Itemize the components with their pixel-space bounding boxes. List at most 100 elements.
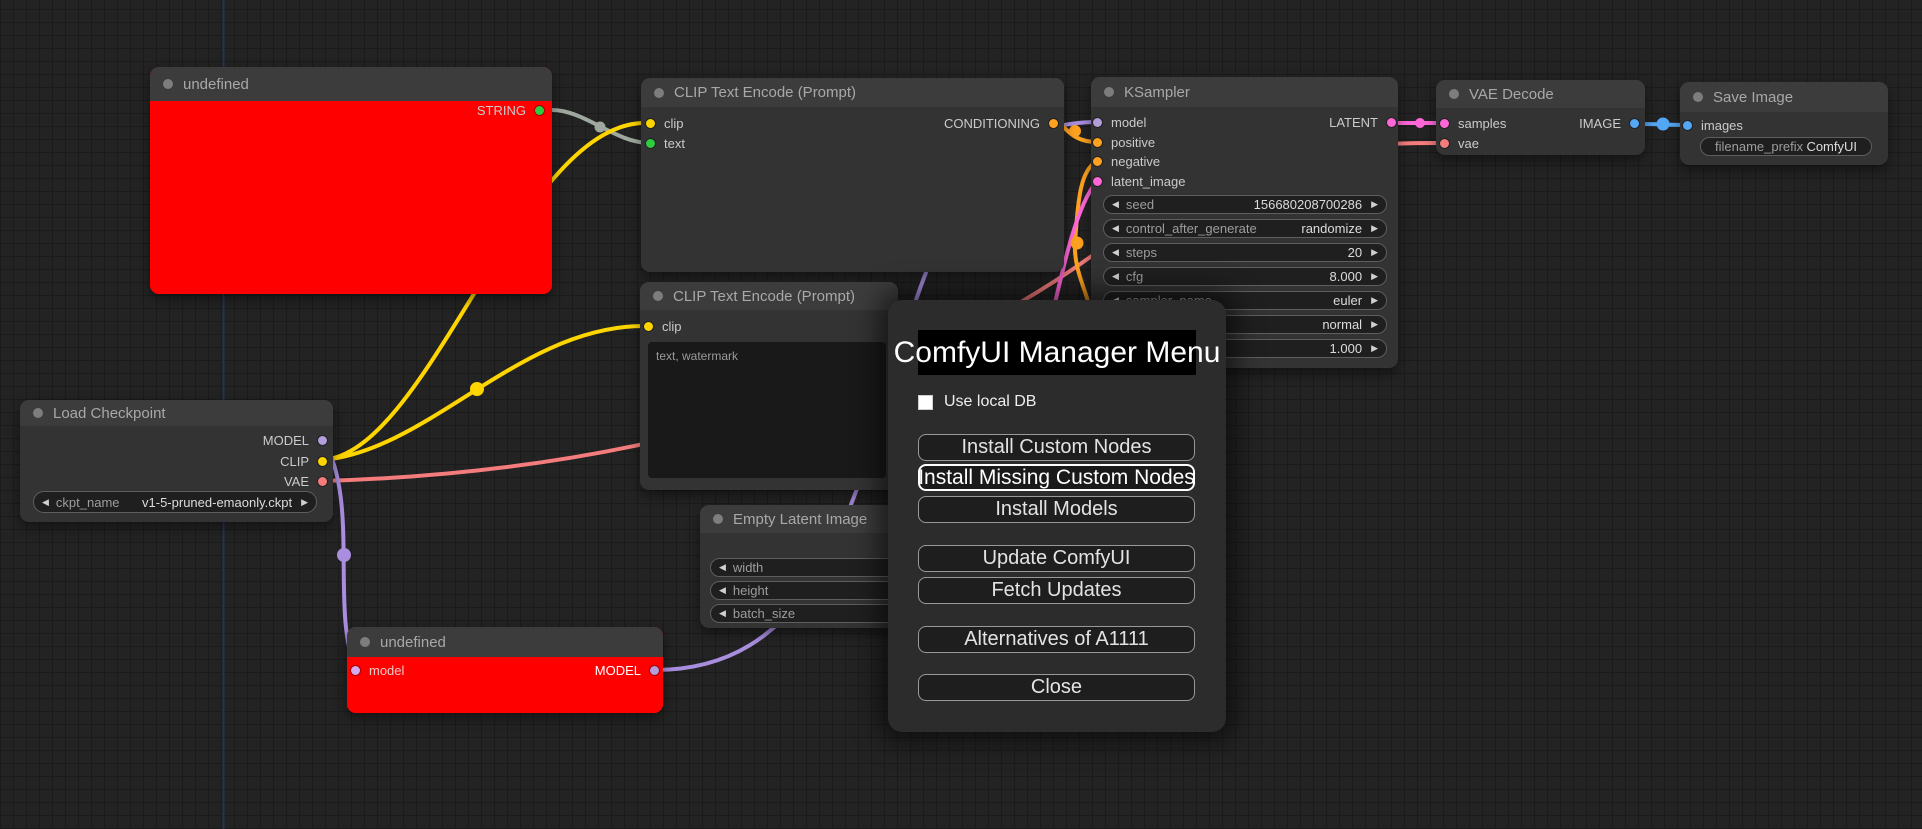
error-node-body [150,101,552,294]
node-title-bar[interactable]: Save Image [1680,82,1888,112]
right-arrow-icon[interactable]: ▶ [1371,344,1378,353]
output-socket-vae[interactable] [318,476,327,486]
node-clip-text-encode-1[interactable]: CLIP Text Encode (Prompt) clip text COND… [641,78,1064,272]
input-socket-latent-image[interactable] [1093,176,1102,186]
node-title: Load Checkpoint [53,404,166,422]
input-socket-vae[interactable] [1440,138,1449,148]
alternatives-of-a1111-button[interactable]: Alternatives of A1111 [918,626,1195,653]
output-socket-string[interactable] [535,105,544,115]
node-title-bar[interactable]: undefined [347,627,663,657]
reroute-dot-string[interactable] [594,121,606,133]
ksampler-widget-cfg[interactable]: ◀ cfg 8.000 ▶ [1103,267,1387,286]
output-socket-latent[interactable] [1387,117,1396,127]
install-models-button[interactable]: Install Models [918,496,1195,523]
node-load-checkpoint[interactable]: Load Checkpoint MODEL CLIP VAE ◀ ckpt_na… [20,400,333,522]
reroute-dot-negative[interactable] [1070,236,1084,250]
empty-latent-widget-height[interactable]: ◀ height [710,581,902,600]
output-socket-clip[interactable] [318,456,327,466]
prompt-text-area[interactable]: text, watermark [648,342,886,478]
input-socket-positive[interactable] [1093,137,1102,147]
node-title: undefined [380,633,446,651]
input-label: latent_image [1111,173,1186,189]
right-arrow-icon[interactable]: ▶ [301,497,308,507]
widget-label: batch_size [732,606,796,621]
left-arrow-icon[interactable]: ◀ [42,497,49,507]
ksampler-widget-steps[interactable]: ◀ steps 20 ▶ [1103,243,1387,262]
input-socket-text[interactable] [646,138,655,148]
empty-latent-widget-batch-size[interactable]: ◀ batch_size [710,604,902,623]
collapse-dot-icon[interactable] [33,408,43,418]
input-socket-negative[interactable] [1093,156,1102,166]
node-title-bar[interactable]: CLIP Text Encode (Prompt) [641,78,1064,107]
node-title: Empty Latent Image [733,510,868,528]
right-arrow-icon[interactable]: ▶ [1371,224,1378,233]
left-arrow-icon[interactable]: ◀ [719,563,726,572]
left-arrow-icon[interactable]: ◀ [1112,200,1119,209]
node-title-bar[interactable]: VAE Decode [1436,80,1645,108]
ksampler-widget-seed[interactable]: ◀ seed 156680208700286 ▶ [1103,195,1387,214]
left-arrow-icon[interactable]: ◀ [1112,248,1119,257]
output-socket-model[interactable] [318,435,327,445]
node-title-bar[interactable]: Load Checkpoint [20,400,333,426]
collapse-dot-icon[interactable] [1104,87,1114,97]
node-vae-decode[interactable]: VAE Decode samples vae IMAGE [1436,80,1645,155]
output-socket-image[interactable] [1630,118,1639,128]
collapse-dot-icon[interactable] [360,637,370,647]
node-title-bar[interactable]: KSampler [1091,77,1398,107]
input-socket-model[interactable] [1093,117,1102,127]
node-title-bar[interactable]: undefined [150,67,552,101]
right-arrow-icon[interactable]: ▶ [1371,296,1378,305]
use-local-db-checkbox[interactable] [918,394,933,410]
node-undefined-top[interactable]: undefined STRING [150,67,552,294]
fetch-updates-button[interactable]: Fetch Updates [918,577,1195,604]
right-arrow-icon[interactable]: ▶ [1371,248,1378,257]
reroute-dot-latent[interactable] [1415,118,1425,128]
output-socket-model[interactable] [650,665,659,675]
left-arrow-icon[interactable]: ◀ [1112,272,1119,281]
input-label: images [1701,117,1743,133]
node-title-bar[interactable]: Empty Latent Image [700,505,905,533]
input-socket-samples[interactable] [1440,118,1449,128]
input-socket-model[interactable] [351,665,360,675]
node-title-bar[interactable]: CLIP Text Encode (Prompt) [640,282,898,310]
close-button[interactable]: Close [918,674,1195,701]
collapse-dot-icon[interactable] [1449,89,1459,99]
empty-latent-widget-width[interactable]: ◀ width [710,558,902,577]
widget-value: ComfyUI [1806,139,1857,154]
node-save-image[interactable]: Save Image images filename_prefix ComfyU… [1680,82,1888,165]
input-label: text [664,135,685,151]
save-image-widget-filename-prefix[interactable]: filename_prefix ComfyUI [1700,137,1872,156]
reroute-dot-positive[interactable] [1069,125,1081,137]
input-socket-clip[interactable] [646,118,655,128]
collapse-dot-icon[interactable] [653,291,663,301]
right-arrow-icon[interactable]: ▶ [1371,320,1378,329]
left-arrow-icon[interactable]: ◀ [719,609,726,618]
reroute-dot-clip[interactable] [470,382,484,396]
right-arrow-icon[interactable]: ▶ [1371,200,1378,209]
left-arrow-icon[interactable]: ◀ [1112,224,1119,233]
collapse-dot-icon[interactable] [654,87,664,98]
reroute-dot-model[interactable] [337,548,351,562]
collapse-dot-icon[interactable] [1693,92,1703,102]
reroute-dot-image[interactable] [1656,117,1670,131]
widget-label: ckpt_name [55,494,120,510]
collapse-dot-icon[interactable] [713,514,723,524]
node-undefined-bottom[interactable]: undefined model MODEL [347,627,663,713]
ksampler-widget-control-after-generate[interactable]: ◀ control_after_generate randomize ▶ [1103,219,1387,238]
node-title: KSampler [1124,83,1190,101]
output-socket-conditioning[interactable] [1049,118,1058,128]
right-arrow-icon[interactable]: ▶ [1371,272,1378,281]
input-label: negative [1111,153,1161,169]
input-socket-clip[interactable] [644,321,653,331]
update-comfyui-button[interactable]: Update ComfyUI [918,545,1195,572]
node-empty-latent-image[interactable]: Empty Latent Image ◀ width ◀ height ◀ ba… [700,505,905,628]
input-label: clip [664,115,684,131]
input-socket-images[interactable] [1683,120,1692,130]
node-clip-text-encode-2[interactable]: CLIP Text Encode (Prompt) clip text, wat… [640,282,898,490]
use-local-db-row[interactable]: Use local DB [918,393,1036,411]
load-checkpoint-widget-ckpt-name[interactable]: ◀ ckpt_name v1-5-pruned-emaonly.ckpt ▶ [33,491,317,513]
left-arrow-icon[interactable]: ◀ [719,586,726,595]
install-custom-nodes-button[interactable]: Install Custom Nodes [918,434,1195,461]
install-missing-custom-nodes-button[interactable]: Install Missing Custom Nodes [918,464,1195,491]
collapse-dot-icon[interactable] [163,79,173,89]
